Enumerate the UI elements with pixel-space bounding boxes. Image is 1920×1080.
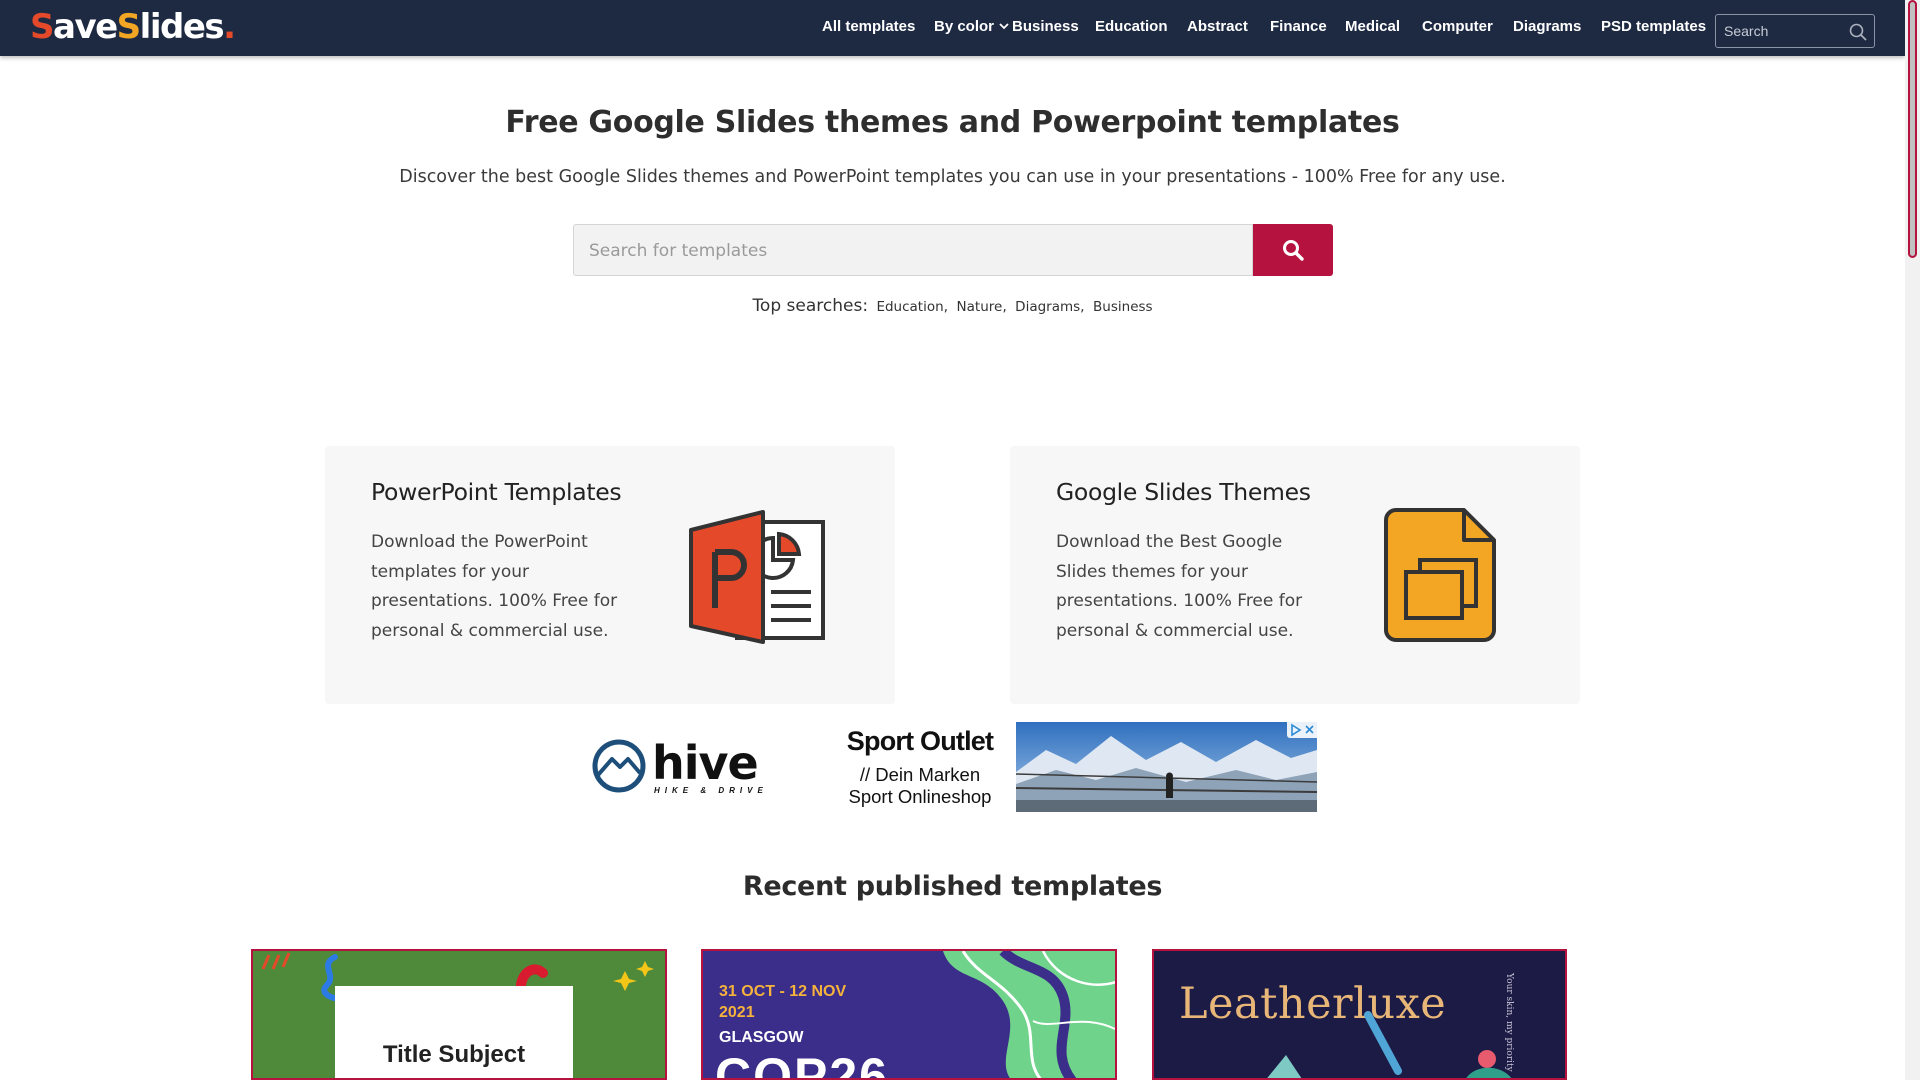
template-thumbnail[interactable]: Leatherluxe Your skin, my priority [1152, 949, 1567, 1080]
top-searches: Top searches: Education, Nature, Diagram… [0, 296, 1905, 316]
ad-subtitle-2: Sport Onlineshop [848, 786, 992, 807]
advertisement-banner[interactable]: hive HIKE & DRIVE Sport Outlet // Dein M… [590, 721, 1317, 812]
ad-brand: hive [652, 737, 758, 790]
nav-business[interactable]: Business [1012, 18, 1079, 35]
thumbnail-title: COP26 [715, 1048, 889, 1080]
card-text: Download the PowerPoint templates for yo… [371, 532, 618, 641]
ad-brand-tagline: HIKE & DRIVE [654, 786, 768, 795]
search-icon[interactable] [1848, 22, 1868, 42]
google-slides-themes-card[interactable]: Google Slides Themes Download the Best G… [1010, 446, 1580, 704]
card-title: PowerPoint Templates [371, 478, 622, 506]
hive-logo: hive HIKE & DRIVE [592, 737, 768, 795]
ad-subtitle-1: // Dein Marken [859, 764, 981, 785]
search-icon [1283, 240, 1304, 261]
google-slides-icon [1384, 508, 1496, 642]
logo-letter-s2: S [116, 7, 142, 47]
hero-search-box [573, 224, 1253, 276]
separator: , [1080, 299, 1085, 315]
logo-text-lides: lides [139, 7, 225, 47]
thumbnail-city: GLASGOW [719, 1029, 804, 1046]
nav-search-box [1715, 14, 1875, 48]
nav-abstract[interactable]: Abstract [1187, 18, 1248, 35]
top-searches-label: Top searches: [752, 296, 869, 316]
site-logo[interactable]: SaveSlides. [30, 7, 236, 47]
card-title: Google Slides Themes [1056, 478, 1311, 506]
ad-title: Sport Outlet [846, 726, 994, 756]
card-text: Download the Best Google Slides themes f… [1056, 532, 1303, 641]
separator: , [943, 299, 949, 315]
nav-finance[interactable]: Finance [1270, 18, 1327, 35]
top-navbar: SaveSlides. All templates By color Busin… [0, 0, 1905, 56]
nav-medical[interactable]: Medical [1345, 18, 1400, 35]
logo-dot: . [223, 7, 236, 47]
nav-education[interactable]: Education [1095, 18, 1168, 35]
logo-text-ave: ave [53, 7, 118, 47]
thumbnail-decoration [1267, 1011, 1512, 1078]
ad-choices-badge[interactable] [1287, 722, 1317, 738]
page-title: Free Google Slides themes and Powerpoint… [505, 105, 1400, 140]
top-search-business[interactable]: Business [1093, 299, 1153, 315]
powerpoint-templates-card[interactable]: PowerPoint Templates Download the PowerP… [325, 446, 895, 704]
separator: , [1002, 299, 1007, 315]
scrollbar-thumb[interactable] [1908, 0, 1917, 258]
nav-diagrams[interactable]: Diagrams [1513, 18, 1581, 35]
ad-image [1016, 722, 1317, 812]
top-search-diagrams[interactable]: Diagrams [1015, 299, 1080, 315]
hero-search-button[interactable] [1253, 224, 1333, 276]
nav-all-templates[interactable]: All templates [822, 18, 915, 35]
page-scrollbar[interactable] [1905, 0, 1920, 1080]
thumbnail-date: 31 OCT - 12 NOV 2021 [719, 983, 847, 1021]
hero-search-input[interactable] [589, 239, 1229, 263]
powerpoint-icon [689, 510, 825, 644]
logo-letter-s: S [30, 7, 55, 47]
recent-templates-title: Recent published templates [742, 871, 1163, 902]
nav-by-color[interactable]: By color [934, 18, 1009, 35]
nav-search-input[interactable] [1724, 21, 1844, 41]
nav-computer[interactable]: Computer [1422, 18, 1493, 35]
nav-by-color-label: By color [934, 18, 995, 35]
ad-choices-icon [1291, 723, 1314, 737]
thumbnail-title: Title Subject [382, 1041, 526, 1068]
top-search-education[interactable]: Education [876, 299, 943, 315]
nav-psd-templates[interactable]: PSD templates [1601, 18, 1706, 35]
chevron-down-icon [999, 23, 1009, 30]
template-thumbnail[interactable]: 31 OCT - 12 NOV 2021 GLASGOW COP26 [701, 949, 1117, 1080]
template-thumbnail[interactable]: Title Subject [251, 949, 667, 1080]
page-subtitle: Discover the best Google Slides themes a… [399, 167, 1506, 187]
top-search-nature[interactable]: Nature [957, 299, 1003, 315]
